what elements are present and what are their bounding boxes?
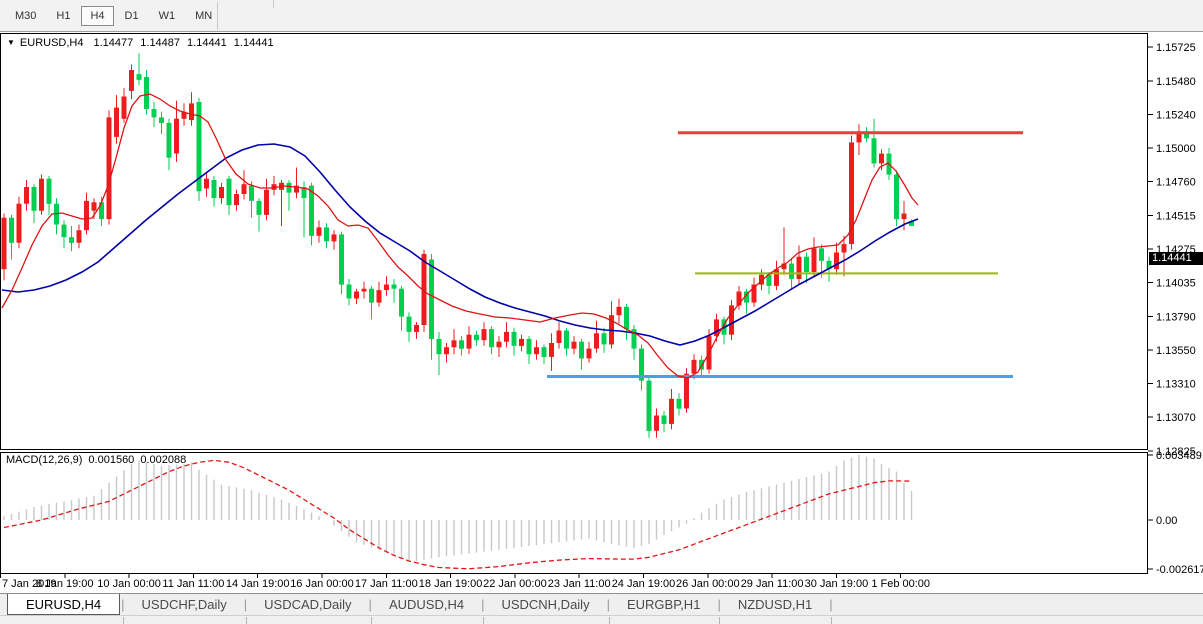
- svg-text:1.13310: 1.13310: [1156, 378, 1196, 390]
- macd-indicator-label: MACD(12,26,9) 0.001560 0.002088: [6, 454, 186, 466]
- svg-text:1.14035: 1.14035: [1156, 277, 1196, 289]
- chart-tab-nzdusd-h1[interactable]: NZDUSD,H1: [722, 594, 828, 615]
- chart-tab-eurusd-h4[interactable]: EURUSD,H4: [7, 594, 120, 615]
- svg-text:1.14515: 1.14515: [1156, 211, 1196, 223]
- svg-text:1.14760: 1.14760: [1156, 176, 1196, 188]
- svg-text:8 Jan 19:00: 8 Jan 19:00: [36, 578, 94, 590]
- chart-tab-usdchf-daily[interactable]: USDCHF,Daily: [126, 594, 243, 615]
- macd-name: MACD(12,26,9): [6, 454, 82, 466]
- timeframe-toolbar: M30H1H4D1W1MN: [0, 0, 1203, 32]
- svg-text:1.13070: 1.13070: [1156, 412, 1196, 424]
- chart-tabs-bar: EURUSD,H4|USDCHF,Daily|USDCAD,Daily|AUDU…: [0, 593, 1203, 615]
- svg-text:23 Jan 11:00: 23 Jan 11:00: [548, 578, 611, 590]
- strip-mark: [123, 617, 124, 624]
- svg-text:-0.002617: -0.002617: [1156, 564, 1203, 576]
- svg-text:1.15240: 1.15240: [1156, 110, 1196, 122]
- symbol-ohlc-label: ▼ EURUSD,H4 1.14477 1.14487 1.14441 1.14441: [7, 37, 274, 49]
- chart-window[interactable]: 1.15725 1.15480 1.15240 1.15000 1.14760 1.145…: [0, 33, 1203, 592]
- chart-tab-usdcad-daily[interactable]: USDCAD,Daily: [248, 594, 367, 615]
- strip-mark: [719, 617, 720, 624]
- svg-text:1.13550: 1.13550: [1156, 345, 1196, 357]
- strip-mark: [609, 617, 610, 624]
- svg-text:17 Jan 11:00: 17 Jan 11:00: [355, 578, 418, 590]
- ohlc-high: 1.14487: [140, 37, 180, 49]
- svg-text:29 Jan 11:00: 29 Jan 11:00: [741, 578, 804, 590]
- svg-text:26 Jan 00:00: 26 Jan 00:00: [676, 578, 740, 590]
- timeframe-button-mn[interactable]: MN: [186, 6, 221, 26]
- toolbar-separator: [217, 2, 218, 30]
- price-axis[interactable]: 1.15725 1.15480 1.15240 1.15000 1.14760 1.145…: [1148, 42, 1196, 458]
- toolbar-separator: [273, 0, 274, 8]
- current-price-badge: 1.14441: [1149, 252, 1203, 265]
- ohlc-close: 1.14441: [234, 37, 274, 49]
- svg-text:18 Jan 19:00: 18 Jan 19:00: [419, 578, 483, 590]
- svg-text:24 Jan 19:00: 24 Jan 19:00: [612, 578, 676, 590]
- svg-text:30 Jan 19:00: 30 Jan 19:00: [805, 578, 869, 590]
- timeframe-button-h4[interactable]: H4: [81, 6, 113, 26]
- ohlc-open: 1.14477: [94, 37, 134, 49]
- strip-mark: [831, 617, 832, 624]
- svg-text:0.00: 0.00: [1156, 515, 1177, 527]
- svg-text:16 Jan 00:00: 16 Jan 00:00: [290, 578, 354, 590]
- chart-canvas[interactable]: 1.15725 1.15480 1.15240 1.15000 1.14760 1.145…: [0, 33, 1203, 592]
- svg-text:1.15725: 1.15725: [1156, 42, 1196, 54]
- chart-tab-audusd-h4[interactable]: AUDUSD,H4: [373, 594, 480, 615]
- svg-text:1.13790: 1.13790: [1156, 312, 1196, 324]
- symbol-name: EURUSD,H4: [20, 37, 84, 49]
- timeframe-button-m30[interactable]: M30: [6, 6, 45, 26]
- svg-text:1.15480: 1.15480: [1156, 76, 1196, 88]
- svg-text:1.15000: 1.15000: [1156, 143, 1196, 155]
- ohlc-low: 1.14441: [187, 37, 227, 49]
- bottom-strip: [0, 615, 1203, 624]
- svg-text:0.003489: 0.003489: [1156, 450, 1202, 462]
- timeframe-button-w1[interactable]: W1: [150, 6, 185, 26]
- svg-text:10 Jan 00:00: 10 Jan 00:00: [97, 578, 161, 590]
- chart-frames: [1, 34, 1148, 574]
- macd-signal-value: 0.002088: [140, 454, 186, 466]
- dropdown-arrow-icon: ▼: [7, 38, 15, 47]
- chart-tab-usdcnh-daily[interactable]: USDCNH,Daily: [485, 594, 605, 615]
- strip-mark: [246, 617, 247, 624]
- chart-tab-eurgbp-h1[interactable]: EURGBP,H1: [611, 594, 716, 615]
- macd-axis[interactable]: 0.003489 0.00 -0.002617: [1148, 450, 1203, 576]
- svg-text:14 Jan 19:00: 14 Jan 19:00: [226, 578, 290, 590]
- macd-value: 0.001560: [88, 454, 134, 466]
- timeframe-button-h1[interactable]: H1: [47, 6, 79, 26]
- strip-mark: [371, 617, 372, 624]
- svg-text:22 Jan 00:00: 22 Jan 00:00: [483, 578, 547, 590]
- timeframe-button-d1[interactable]: D1: [116, 6, 148, 26]
- svg-text:1 Feb 00:00: 1 Feb 00:00: [871, 578, 930, 590]
- strip-mark: [483, 617, 484, 624]
- svg-text:11 Jan 11:00: 11 Jan 11:00: [162, 578, 224, 590]
- time-axis[interactable]: 7 Jan 20198 Jan 19:0010 Jan 00:0011 Jan …: [1, 574, 931, 591]
- tab-separator: |: [828, 594, 833, 615]
